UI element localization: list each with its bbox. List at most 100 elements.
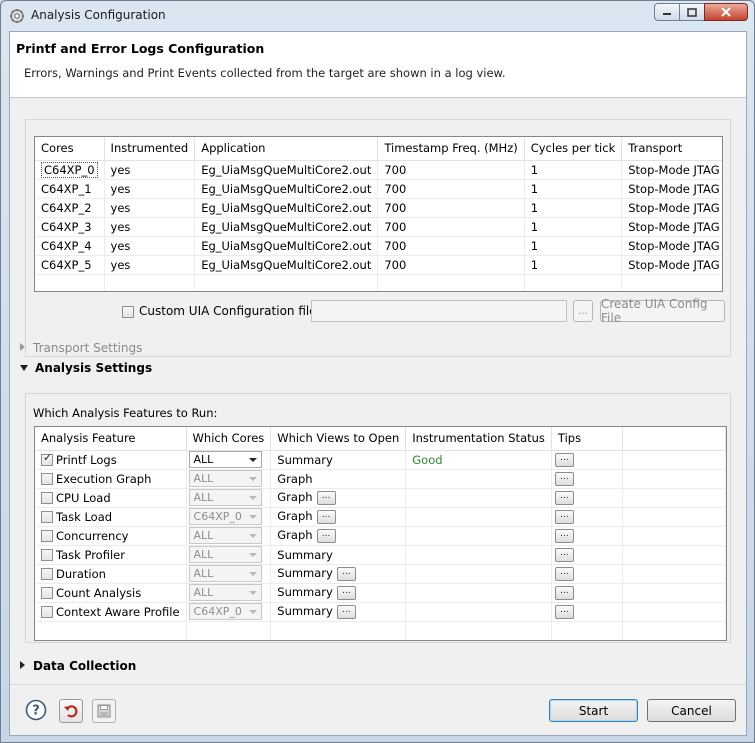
title-bar[interactable]: Analysis Configuration xyxy=(1,1,754,31)
feature-checkbox[interactable] xyxy=(41,548,53,561)
cancel-button[interactable]: Cancel xyxy=(647,699,736,722)
custom-uia-file-input[interactable] xyxy=(311,300,567,322)
which-cores-dropdown[interactable]: ALL xyxy=(188,489,262,506)
which-views-value: Summary xyxy=(277,604,333,619)
help-button[interactable]: ? xyxy=(24,698,48,722)
cores-table[interactable]: Cores Instrumented Application Timestamp… xyxy=(34,136,723,292)
which-cores-dropdown[interactable]: ALL xyxy=(188,451,262,468)
which-views-value: Summary xyxy=(277,547,333,562)
minimize-button[interactable] xyxy=(654,3,680,21)
views-options-button[interactable]: ... xyxy=(316,490,336,505)
tips-button[interactable]: ... xyxy=(554,490,574,505)
feature-checkbox[interactable] xyxy=(41,491,53,504)
cycles-per-tick-cell: 1 xyxy=(524,198,623,218)
data-collection-section[interactable]: Data Collection xyxy=(20,659,136,673)
save-button[interactable] xyxy=(92,699,116,723)
which-cores-value: ALL xyxy=(193,567,214,580)
transport-cell: Stop-Mode JTAG xyxy=(621,255,722,275)
which-views-value: Summary xyxy=(277,585,333,600)
analysis-features-table[interactable]: Analysis Feature Which Cores Which Views… xyxy=(34,426,727,641)
cycles-per-tick-cell: 1 xyxy=(524,179,623,199)
analysis-feature-row[interactable]: Task Profiler ALL Summary... xyxy=(35,545,726,565)
instrumentation-status-value: Good xyxy=(412,452,443,467)
col-header-tips[interactable]: Tips xyxy=(551,427,624,451)
feature-checkbox[interactable] xyxy=(41,605,53,618)
tips-button[interactable]: ... xyxy=(554,566,574,581)
which-cores-cell: ALL xyxy=(186,526,272,546)
which-views-cell: Graph... xyxy=(270,507,407,527)
which-cores-dropdown[interactable]: C64XP_0 xyxy=(188,603,262,620)
feature-checkbox[interactable] xyxy=(41,510,53,523)
custom-uia-browse-button[interactable]: ... xyxy=(573,300,593,322)
col-header-which-views[interactable]: Which Views to Open xyxy=(270,427,407,451)
views-options-button[interactable]: ... xyxy=(336,585,356,600)
col-header-application[interactable]: Application xyxy=(194,137,379,161)
application-cell-text: Eg_UiaMsgQueMultiCore2.out xyxy=(201,257,372,272)
page-title: Printf and Error Logs Configuration xyxy=(16,41,265,56)
analysis-feature-row[interactable]: Duration ALL Summary...... xyxy=(35,564,726,584)
which-cores-dropdown[interactable]: ALL xyxy=(188,546,262,563)
cores-table-row[interactable]: C64XP_0 yes Eg_UiaMsgQueMultiCore2.out 700 1… xyxy=(35,160,722,180)
col-header-transport[interactable]: Transport xyxy=(621,137,722,161)
timestamp-freq-cell: 700 xyxy=(377,236,525,256)
analysis-settings-section[interactable]: Analysis Settings xyxy=(20,361,152,375)
core-cell-text: C64XP_5 xyxy=(41,257,92,272)
cores-table-row[interactable]: C64XP_1 yes Eg_UiaMsgQueMultiCore2.out 700 1… xyxy=(35,179,722,199)
cores-table-row[interactable]: C64XP_5 yes Eg_UiaMsgQueMultiCore2.out 700 1… xyxy=(35,255,722,275)
cycles-per-tick-cell: 1 xyxy=(524,236,623,256)
feature-checkbox[interactable] xyxy=(41,567,53,580)
transport-settings-section[interactable]: Transport Settings xyxy=(20,341,142,355)
close-button[interactable] xyxy=(704,3,748,21)
which-cores-dropdown[interactable]: ALL xyxy=(188,527,262,544)
views-options-button[interactable]: ... xyxy=(336,566,356,581)
which-cores-value: ALL xyxy=(193,491,214,504)
maximize-button[interactable] xyxy=(679,3,705,21)
which-cores-dropdown[interactable]: ALL xyxy=(188,565,262,582)
views-options-button[interactable]: ... xyxy=(336,604,356,619)
which-cores-dropdown[interactable]: C64XP_0 xyxy=(188,508,262,525)
tips-button[interactable]: ... xyxy=(554,585,574,600)
which-cores-dropdown[interactable]: ALL xyxy=(188,584,262,601)
cores-table-row[interactable]: C64XP_4 yes Eg_UiaMsgQueMultiCore2.out 700 1… xyxy=(35,236,722,256)
col-header-instrumentation-status[interactable]: Instrumentation Status xyxy=(405,427,552,451)
tips-button[interactable]: ... xyxy=(554,471,574,486)
feature-label: Task Profiler xyxy=(56,547,125,562)
analysis-feature-row[interactable]: Printf Logs ALL Summary Good... xyxy=(35,450,726,470)
analysis-feature-row[interactable]: Context Aware Profile C64XP_0 Summary.....… xyxy=(35,602,726,622)
cores-table-row[interactable]: C64XP_2 yes Eg_UiaMsgQueMultiCore2.out 700 1… xyxy=(35,198,722,218)
col-header-which-cores[interactable]: Which Cores xyxy=(186,427,272,451)
custom-uia-checkbox[interactable] xyxy=(122,306,134,318)
analysis-feature-row[interactable]: Concurrency ALL Graph...... xyxy=(35,526,726,546)
core-cell: C64XP_4 xyxy=(35,236,105,256)
create-uia-config-button[interactable]: Create UIA Config File xyxy=(600,297,725,325)
analysis-prompt: Which Analysis Features to Run: xyxy=(33,406,218,420)
col-header-timestamp-freq[interactable]: Timestamp Freq. (MHz) xyxy=(377,137,525,161)
feature-checkbox[interactable] xyxy=(41,472,53,485)
cores-table-row[interactable]: C64XP_3 yes Eg_UiaMsgQueMultiCore2.out 700 1… xyxy=(35,217,722,237)
col-header-instrumented[interactable]: Instrumented xyxy=(104,137,196,161)
views-options-button[interactable]: ... xyxy=(316,509,336,524)
feature-checkbox[interactable] xyxy=(41,529,53,542)
col-header-cores[interactable]: Cores xyxy=(35,137,105,161)
analysis-feature-row[interactable]: Task Load C64XP_0 Graph...... xyxy=(35,507,726,527)
tips-button[interactable]: ... xyxy=(554,452,574,467)
feature-checkbox[interactable] xyxy=(41,586,53,599)
views-options-button[interactable]: ... xyxy=(316,528,336,543)
tips-button[interactable]: ... xyxy=(554,604,574,619)
which-cores-dropdown[interactable]: ALL xyxy=(188,470,262,487)
restore-defaults-button[interactable] xyxy=(59,699,83,723)
analysis-feature-row[interactable]: Execution Graph ALL Graph... xyxy=(35,469,726,489)
col-header-cycles-per-tick[interactable]: Cycles per tick xyxy=(524,137,623,161)
analysis-feature-row[interactable]: CPU Load ALL Graph...... xyxy=(35,488,726,508)
start-button[interactable]: Start xyxy=(549,699,638,722)
dialog-client-area: Printf and Error Logs Configuration Erro… xyxy=(9,31,747,736)
col-header-analysis-feature[interactable]: Analysis Feature xyxy=(35,427,187,451)
tips-button[interactable]: ... xyxy=(554,509,574,524)
analysis-feature-row[interactable]: Count Analysis ALL Summary...... xyxy=(35,583,726,603)
tips-button[interactable]: ... xyxy=(554,528,574,543)
instrumentation-status-cell xyxy=(405,602,552,622)
which-cores-cell: ALL xyxy=(186,545,272,565)
feature-checkbox[interactable] xyxy=(41,451,53,466)
tips-button[interactable]: ... xyxy=(554,547,574,562)
analysis-group: Which Analysis Features to Run: Analysis… xyxy=(25,393,731,643)
